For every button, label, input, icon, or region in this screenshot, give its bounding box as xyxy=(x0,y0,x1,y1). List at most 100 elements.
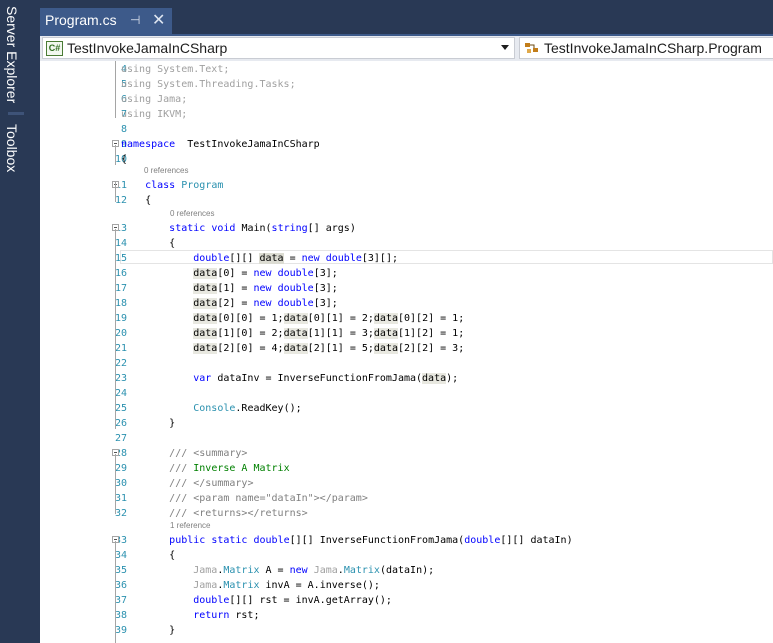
code-line[interactable]: 10{ xyxy=(40,152,773,167)
code-token: void xyxy=(211,223,236,234)
code-line[interactable]: 35 Jama.Matrix A = new Jama.Matrix(dataI… xyxy=(40,563,773,578)
server-explorer-tab[interactable]: Server Explorer xyxy=(4,6,20,103)
code-line[interactable]: 28 /// <summary> xyxy=(40,446,773,461)
code-line[interactable]: 27 xyxy=(40,431,773,446)
code-line[interactable]: 23 var dataInv = InverseFunctionFromJama… xyxy=(40,371,773,386)
project-dropdown-value: TestInvokeJamaInCSharp xyxy=(67,40,228,56)
code-line[interactable]: 15 double[][] data = new double[3][]; xyxy=(40,251,773,266)
code-line[interactable]: 8 xyxy=(40,122,773,137)
code-text: /// </summary> xyxy=(121,476,253,491)
code-text: data[2][0] = 4;data[2][1] = 5;data[2][2]… xyxy=(121,341,464,356)
code-text: Jama.Matrix A = new Jama.Matrix(dataIn); xyxy=(121,563,434,578)
code-line[interactable]: 9 namespace TestInvokeJamaInCSharp xyxy=(40,137,773,152)
code-token: data xyxy=(283,343,308,354)
code-line[interactable]: 36 Jama.Matrix invA = A.inverse(); xyxy=(40,578,773,593)
code-token: dataInv = InverseFunctionFromJama( xyxy=(211,373,423,384)
code-text: data[1] = new double[3]; xyxy=(121,281,338,296)
code-line[interactable]: 26 } xyxy=(40,416,773,431)
code-token: IKVM; xyxy=(157,109,188,120)
code-editor[interactable]: 4 using System.Text; 5 using System.Threadi… xyxy=(40,61,773,643)
code-line[interactable]: 29 /// Inverse A Matrix xyxy=(40,461,773,476)
code-line[interactable]: 12 { xyxy=(40,193,773,208)
code-lens-references[interactable]: 0 references xyxy=(40,166,773,178)
code-token: data xyxy=(373,328,398,339)
code-token: Jama xyxy=(313,565,338,576)
code-text: { xyxy=(121,193,151,208)
code-line[interactable]: 13 static void Main(string[] args) xyxy=(40,221,773,236)
references-count[interactable]: 0 references xyxy=(144,166,188,175)
code-text: public static double[][] InverseFunction… xyxy=(121,533,572,548)
code-text: using Jama; xyxy=(121,92,187,107)
code-line[interactable]: 22 xyxy=(40,356,773,371)
code-token: Inverse A Matrix xyxy=(193,463,290,474)
code-token: Jama; xyxy=(157,94,188,105)
code-lens-references[interactable]: 0 references xyxy=(40,209,773,221)
code-token: data xyxy=(193,328,218,339)
code-line[interactable]: 31 /// <param name="dataIn"></param> xyxy=(40,491,773,506)
code-line[interactable]: 17 data[1] = new double[3]; xyxy=(40,281,773,296)
code-token: double xyxy=(277,268,314,279)
code-line[interactable]: 34 { xyxy=(40,548,773,563)
close-icon[interactable]: ✕ xyxy=(152,10,165,30)
code-token: data xyxy=(259,253,284,264)
code-text: using System.Threading.Tasks; xyxy=(121,77,296,92)
code-token: [2] = xyxy=(217,298,254,309)
tab-program-cs[interactable]: Program.cs ⊣ ✕ xyxy=(40,8,172,34)
side-tool-strip: Server Explorer Toolbox xyxy=(0,0,40,643)
code-line[interactable]: 38 return rst; xyxy=(40,608,773,623)
code-line[interactable]: 32 /// <returns></returns> xyxy=(40,506,773,521)
outline-guide xyxy=(115,454,116,514)
code-token: [][] xyxy=(229,253,260,264)
code-line[interactable]: 20 data[1][0] = 2;data[1][1] = 3;data[1]… xyxy=(40,326,773,341)
code-token: static xyxy=(169,223,206,234)
toolbox-tab[interactable]: Toolbox xyxy=(4,124,20,172)
code-line[interactable]: 18 data[2] = new double[3]; xyxy=(40,296,773,311)
references-count[interactable]: 0 references xyxy=(170,209,214,218)
class-dropdown[interactable]: TestInvokeJamaInCSharp.Program xyxy=(519,37,773,59)
code-lens-references[interactable]: 1 reference xyxy=(40,521,773,533)
code-token: [1][2] = 1; xyxy=(398,328,465,339)
pin-icon[interactable]: ⊣ xyxy=(130,13,140,27)
code-text: { xyxy=(121,152,127,167)
code-token: /// <param name="dataIn"></param> xyxy=(169,493,368,504)
code-token: double xyxy=(253,535,290,546)
chevron-down-icon[interactable] xyxy=(501,45,509,50)
code-line[interactable]: 4 using System.Text; xyxy=(40,62,773,77)
code-line[interactable]: 33 public static double[][] InverseFunct… xyxy=(40,533,773,548)
code-line[interactable]: 25 Console.ReadKey(); xyxy=(40,401,773,416)
code-token: [0][2] = 1; xyxy=(398,313,465,324)
code-line[interactable]: 37 double[][] rst = invA.getArray(); xyxy=(40,593,773,608)
code-line[interactable]: 19 data[0][0] = 1;data[0][1] = 2;data[0]… xyxy=(40,311,773,326)
code-line[interactable]: 16 data[0] = new double[3]; xyxy=(40,266,773,281)
code-line[interactable]: 24 xyxy=(40,386,773,401)
code-line[interactable]: 6 using Jama; xyxy=(40,92,773,107)
code-token: new xyxy=(253,283,272,294)
code-token: [3][]; xyxy=(361,253,398,264)
code-token: double xyxy=(193,595,230,606)
code-token: Matrix xyxy=(223,580,260,591)
code-token: /// xyxy=(169,463,194,474)
code-token: data xyxy=(283,313,308,324)
project-dropdown[interactable]: C# TestInvokeJamaInCSharp xyxy=(42,37,515,59)
code-text: /// <returns></returns> xyxy=(121,506,307,521)
code-line[interactable]: 30 /// </summary> xyxy=(40,476,773,491)
code-line[interactable]: 14 { xyxy=(40,236,773,251)
code-line[interactable]: 11 class Program xyxy=(40,178,773,193)
outline-guide xyxy=(115,145,116,165)
code-line[interactable]: 5 using System.Threading.Tasks; xyxy=(40,77,773,92)
code-token: [1][0] = 2; xyxy=(217,328,284,339)
code-token: TestInvokeJamaInCSharp xyxy=(175,139,320,150)
code-line[interactable]: 7 using IKVM; xyxy=(40,107,773,122)
code-line[interactable]: 21 data[2][0] = 4;data[2][1] = 5;data[2]… xyxy=(40,341,773,356)
code-token: new xyxy=(301,253,320,264)
references-count[interactable]: 1 reference xyxy=(170,521,210,530)
line-number: 24 xyxy=(114,388,127,399)
code-token: double xyxy=(193,253,230,264)
csharp-project-icon: C# xyxy=(46,41,63,56)
code-line[interactable]: 39 } xyxy=(40,623,773,638)
